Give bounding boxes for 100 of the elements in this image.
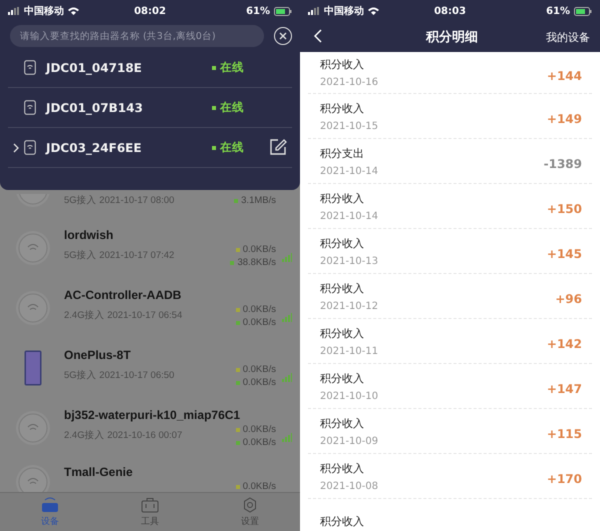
page-title: 积分明细 <box>424 29 479 46</box>
wifi-icon <box>368 7 379 15</box>
points-amount: +144 <box>546 68 582 82</box>
device-row[interactable]: AC-Controller-AADB 2.4G接入 2021-10-17 06:54 0.0KB/s 0.0KB/s <box>0 278 300 338</box>
connection-time: 2.4G接入 2021-10-16 00:07 <box>64 430 184 442</box>
entry-type: 积分收入 <box>320 236 365 250</box>
connection-time: 5G接入 2021-10-17 06:50 <box>64 370 176 382</box>
speed-reading: 0.0KB/s <box>224 316 276 328</box>
signal-icon <box>8 7 20 15</box>
device-name: bj352-waterpuri-k10_miap76C1 <box>64 408 242 422</box>
connection-time: 5G接入 2021-10-17 08:00 <box>64 195 176 207</box>
points-amount: +170 <box>546 472 582 486</box>
device-name: AC-Controller-AADB <box>64 288 182 302</box>
online-status: 在线 <box>212 60 268 75</box>
router-name: JDC01_04718E <box>46 60 143 74</box>
online-status: 在线 <box>212 140 268 155</box>
points-amount: +150 <box>546 202 582 216</box>
entry-type: 积分支出 <box>320 146 365 160</box>
router-icon <box>24 140 36 155</box>
device-row[interactable]: 5G接入 2021-10-17 08:00 3.1MB/s <box>0 190 300 218</box>
speed-reading: 0.0KB/s <box>224 244 276 256</box>
device-name: Tmall-Genie <box>64 465 134 480</box>
settings-icon <box>242 496 258 512</box>
speed-reading: 0.0KB/s <box>224 436 276 448</box>
signal-strength-icon <box>282 312 292 322</box>
entry-date: 2021-10-11 <box>320 346 380 356</box>
entry-type: 积分收入 <box>320 57 365 72</box>
entry-type: 积分收入 <box>320 514 365 528</box>
entry-type: 积分收入 <box>320 100 365 116</box>
my-devices-link[interactable]: 我的设备 <box>530 30 590 44</box>
router-name: JDC01_07B143 <box>46 100 144 114</box>
entry-type: 积分收入 <box>320 190 365 206</box>
router-disc-icon <box>15 290 51 326</box>
signal-strength-icon <box>282 372 292 382</box>
wifi-icon <box>68 7 79 15</box>
speed-reading: 0.0KB/s <box>224 481 276 492</box>
clock-time: 08:03 <box>434 6 466 16</box>
entry-date: 2021-10-10 <box>320 390 380 402</box>
speed-reading: 0.0KB/s <box>224 364 276 376</box>
router-icon <box>24 60 36 75</box>
close-button[interactable] <box>274 27 292 45</box>
device-name: OnePlus-8T <box>64 348 132 362</box>
points-amount: +115 <box>546 427 582 441</box>
signal-strength-icon <box>282 252 292 262</box>
speed-reading: 0.0KB/s <box>224 304 276 316</box>
search-field[interactable]: 请输入要查找的路由器名称 (共3台,离线0台) <box>10 25 264 47</box>
connection-time: 2.4G接入 2021-10-17 06:54 <box>64 310 184 322</box>
battery-icon <box>274 6 292 16</box>
router-name: JDC03_24F6EE <box>46 140 143 154</box>
signal-strength-icon <box>282 432 292 442</box>
points-amount: +149 <box>546 112 582 126</box>
toolbox-icon <box>141 496 159 512</box>
clock-time: 08:02 <box>134 6 166 16</box>
points-amount: -1389 <box>544 157 582 171</box>
entry-date: 2021-10-15 <box>320 120 380 132</box>
router-disc-icon <box>15 410 51 446</box>
carrier-name: 中国移动 <box>24 4 64 18</box>
signal-icon <box>308 7 320 15</box>
entry-date: 2021-10-13 <box>320 256 380 266</box>
battery-icon <box>574 6 592 16</box>
close-icon <box>279 32 287 40</box>
entry-date: 2021-10-14 <box>320 210 380 222</box>
entry-type: 积分收入 <box>320 370 365 386</box>
battery-percent: 61% <box>246 6 270 16</box>
entry-type: 积分收入 <box>320 460 365 476</box>
carrier-name: 中国移动 <box>324 4 364 18</box>
entry-date: 2021-10-16 <box>320 77 380 88</box>
device-row[interactable]: lordwish 5G接入 2021-10-17 07:42 0.0KB/s 38.8KB/s <box>0 218 300 278</box>
connection-time: 5G接入 2021-10-17 07:42 <box>64 250 176 262</box>
points-amount: +142 <box>546 337 582 351</box>
entry-date: 2021-10-08 <box>320 480 380 492</box>
back-icon <box>314 28 322 42</box>
entry-type: 积分收入 <box>320 416 365 430</box>
tab-item[interactable]: 设置 <box>200 493 300 531</box>
online-status: 在线 <box>212 100 268 115</box>
device-name: lordwish <box>64 228 114 242</box>
battery-percent: 61% <box>546 6 570 16</box>
speed-reading: 38.8KB/s <box>224 256 276 268</box>
router-icon <box>41 496 59 512</box>
points-amount: +145 <box>546 247 582 261</box>
edit-button[interactable] <box>268 138 288 158</box>
router-disc-icon <box>15 230 51 266</box>
router-row[interactable]: JDC01_04718E 在线 <box>8 48 292 88</box>
entry-date: 2021-10-09 <box>320 436 380 446</box>
tab-item[interactable]: 工具 <box>100 493 200 531</box>
phone-icon <box>24 350 42 386</box>
entry-type: 积分收入 <box>320 326 365 340</box>
router-row[interactable]: JDC03_24F6EE 在线 <box>8 128 292 168</box>
speed-reading: 3.1MB/s <box>224 195 276 207</box>
entry-date: 2021-10-12 <box>320 300 380 312</box>
router-icon <box>24 100 36 115</box>
speed-reading: 0.0KB/s <box>224 424 276 436</box>
points-amount: +147 <box>546 382 582 396</box>
device-row[interactable]: OnePlus-8T 5G接入 2021-10-17 06:50 0.0KB/s 0.0KB/s <box>0 338 300 398</box>
router-row[interactable]: JDC01_07B143 在线 <box>8 88 292 128</box>
device-row[interactable]: bj352-waterpuri-k10_miap76C1 2.4G接入 2021-10-16 00:07 0.0KB/s 0.0KB/s <box>0 398 300 458</box>
entry-date: 2021-10-14 <box>320 166 380 176</box>
speed-reading: 0.0KB/s <box>224 376 276 388</box>
entry-type: 积分收入 <box>320 280 365 296</box>
points-amount: +96 <box>555 292 582 306</box>
